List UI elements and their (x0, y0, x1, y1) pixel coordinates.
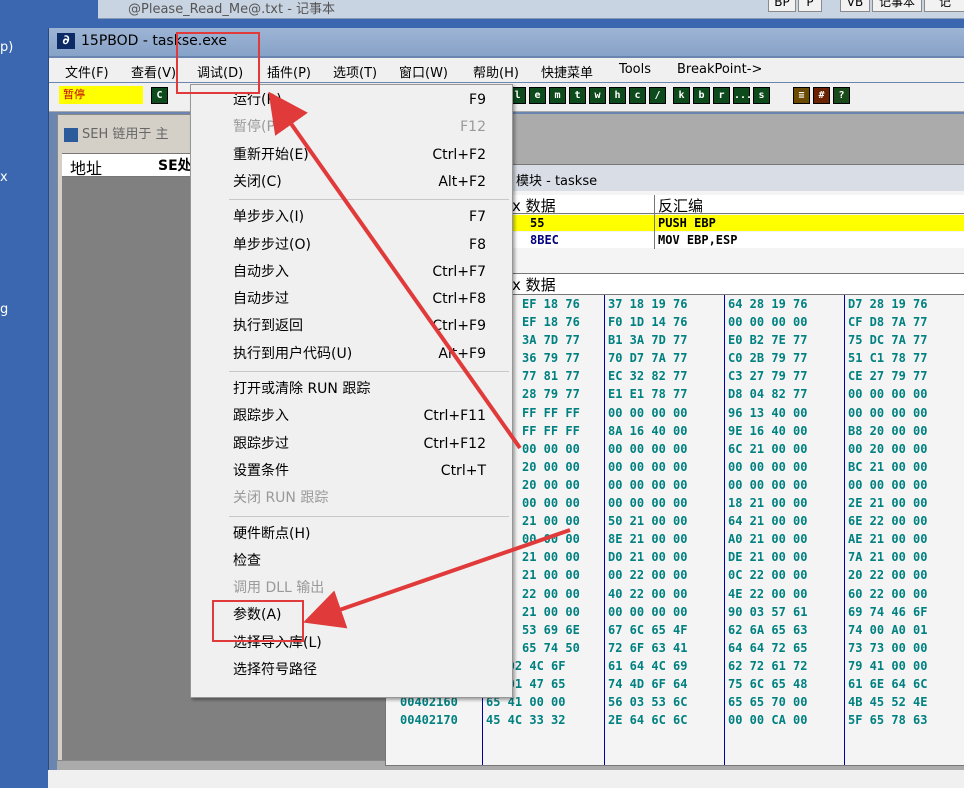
arrow-to-debug-menu (268, 91, 522, 450)
arrow-to-params (303, 528, 571, 629)
annotation-arrows (268, 91, 571, 629)
status-bar (48, 770, 964, 788)
